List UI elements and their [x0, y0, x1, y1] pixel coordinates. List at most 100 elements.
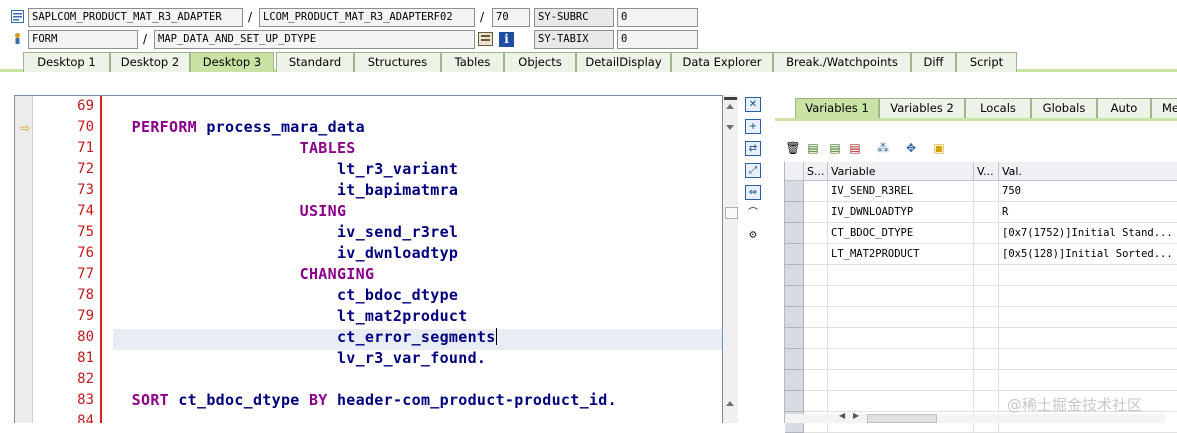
editor-scrollbar[interactable] — [723, 95, 738, 423]
cell-v[interactable] — [974, 223, 999, 244]
cell-v[interactable] — [974, 307, 999, 328]
tab-variables-2[interactable]: Variables 2 — [879, 98, 965, 118]
close-tool-icon[interactable]: ✕ — [745, 97, 761, 112]
cell-status[interactable] — [804, 223, 828, 244]
tab-variables-1[interactable]: Variables 1 — [795, 98, 879, 118]
cell-value[interactable] — [999, 328, 1177, 349]
tab-script[interactable]: Script — [956, 52, 1017, 72]
event-type-field[interactable]: FORM — [28, 30, 138, 49]
scroll-down-arrow-icon[interactable] — [726, 125, 734, 130]
row-selector[interactable] — [785, 286, 804, 307]
tab-desktop-1[interactable]: Desktop 1 — [23, 52, 110, 72]
cell-status[interactable] — [804, 265, 828, 286]
tab-me[interactable]: Me — [1151, 98, 1177, 118]
cell-status[interactable] — [804, 328, 828, 349]
cell-v[interactable] — [974, 202, 999, 223]
row-selector[interactable] — [785, 328, 804, 349]
cell-value[interactable]: R — [999, 202, 1177, 223]
tab-diff[interactable]: Diff — [911, 52, 956, 72]
cell-value[interactable]: 750 — [999, 181, 1177, 202]
cell-variable[interactable]: IV_SEND_R3REL — [828, 181, 974, 202]
cell-status[interactable] — [804, 181, 828, 202]
tab-structures[interactable]: Structures — [354, 52, 441, 72]
tab-break-watchpoints[interactable]: Break./Watchpoints — [773, 52, 911, 72]
cell-variable[interactable] — [828, 349, 974, 370]
headset-tool-icon[interactable]: ⌒ — [745, 207, 761, 222]
table-horizontal-scrollbar[interactable]: ◀ ▶ — [785, 411, 1165, 423]
cell-variable[interactable]: LT_MAT2PRODUCT — [828, 244, 974, 265]
swap-tool-icon[interactable]: ⇄ — [745, 141, 761, 156]
program-field[interactable]: SAPLCOM_PRODUCT_MAT_R3_ADAPTER — [28, 8, 243, 27]
cell-v[interactable] — [974, 265, 999, 286]
cell-value[interactable] — [999, 370, 1177, 391]
scroll-right-arrow-icon[interactable]: ▶ — [853, 411, 859, 420]
scroll-left-arrow-icon[interactable]: ◀ — [839, 411, 845, 420]
breakpoint-gutter[interactable]: ⇨ — [15, 96, 33, 423]
hierarchy-icon[interactable]: ⁂ — [875, 141, 891, 156]
info-icon[interactable]: i — [499, 32, 514, 47]
scroll-up-arrow-icon[interactable] — [726, 401, 734, 406]
system-field-value[interactable]: 0 — [617, 8, 698, 27]
cell-status[interactable] — [804, 286, 828, 307]
header-status[interactable]: S... — [804, 162, 828, 181]
cell-v[interactable] — [974, 370, 999, 391]
header-v[interactable]: V... — [974, 162, 999, 181]
cell-status[interactable] — [804, 349, 828, 370]
settings-tool-icon[interactable]: ⚙ — [745, 229, 761, 244]
cell-variable[interactable] — [828, 391, 974, 412]
cell-variable[interactable] — [828, 265, 974, 286]
cell-v[interactable] — [974, 286, 999, 307]
tab-desktop-3[interactable]: Desktop 3 — [190, 52, 274, 72]
row-selector[interactable] — [785, 244, 804, 265]
tab-locals[interactable]: Locals — [965, 98, 1031, 118]
source-code-editor[interactable]: ⇨ 69 70 71 72 73 74 75 76 77 78 79 80 81 82 83 84 PERFO… — [14, 95, 723, 423]
maximize-tool-icon[interactable]: ⤢ — [745, 163, 761, 178]
tab-globals[interactable]: Globals — [1031, 98, 1097, 118]
system-field-name-2[interactable]: SY-TABIX — [534, 30, 614, 49]
cell-v[interactable] — [974, 328, 999, 349]
cell-status[interactable] — [804, 202, 828, 223]
include-field[interactable]: LCOM_PRODUCT_MAT_R3_ADAPTERF02 — [259, 8, 475, 27]
cell-status[interactable] — [804, 307, 828, 328]
cell-value[interactable] — [999, 349, 1177, 370]
row-selector[interactable] — [785, 370, 804, 391]
cell-variable[interactable] — [828, 370, 974, 391]
delete-icon[interactable]: 🗑 — [785, 141, 801, 156]
tab-standard[interactable]: Standard — [276, 52, 354, 72]
header-variable[interactable]: Variable — [828, 162, 974, 181]
remove-icon[interactable]: ▤ — [847, 141, 863, 156]
header-value[interactable]: Val. — [999, 162, 1177, 181]
import-icon[interactable]: ▤ — [805, 141, 821, 156]
navigate-icon[interactable]: ✥ — [903, 141, 919, 156]
scroll-top-button[interactable] — [724, 97, 737, 100]
display-source-icon[interactable] — [478, 32, 494, 47]
tab-auto[interactable]: Auto — [1097, 98, 1151, 118]
line-number-field[interactable]: 70 — [492, 8, 530, 27]
cell-variable[interactable] — [828, 328, 974, 349]
cell-value[interactable] — [999, 307, 1177, 328]
scroll-thumb[interactable] — [725, 207, 738, 219]
event-name-field[interactable]: MAP_DATA_AND_SET_UP_DTYPE — [154, 30, 475, 49]
cell-v[interactable] — [974, 349, 999, 370]
row-selector[interactable] — [785, 307, 804, 328]
tab-tables[interactable]: Tables — [441, 52, 504, 72]
cell-variable[interactable]: CT_BDOC_DTYPE — [828, 223, 974, 244]
tab-desktop-2[interactable]: Desktop 2 — [110, 52, 190, 72]
cell-v[interactable] — [974, 181, 999, 202]
scroll-thumb[interactable] — [867, 414, 937, 423]
tab-objects[interactable]: Objects — [504, 52, 576, 72]
cell-status[interactable] — [804, 370, 828, 391]
export-icon[interactable]: ▤ — [827, 141, 843, 156]
cell-value[interactable]: [0x7(1752)]Initial Stand... — [999, 223, 1177, 244]
cell-value[interactable] — [999, 286, 1177, 307]
row-selector[interactable] — [785, 265, 804, 286]
row-selector[interactable] — [785, 202, 804, 223]
row-selector[interactable] — [785, 223, 804, 244]
new-tool-icon[interactable]: + — [745, 119, 761, 134]
row-selector[interactable] — [785, 391, 804, 412]
cell-variable[interactable] — [828, 307, 974, 328]
tab-detail-display[interactable]: DetailDisplay — [576, 52, 671, 72]
resize-tool-icon[interactable]: ⇔ — [745, 185, 761, 200]
cell-variable[interactable]: IV_DWNLOADTYP — [828, 202, 974, 223]
system-field-name[interactable]: SY-SUBRC — [534, 8, 614, 27]
